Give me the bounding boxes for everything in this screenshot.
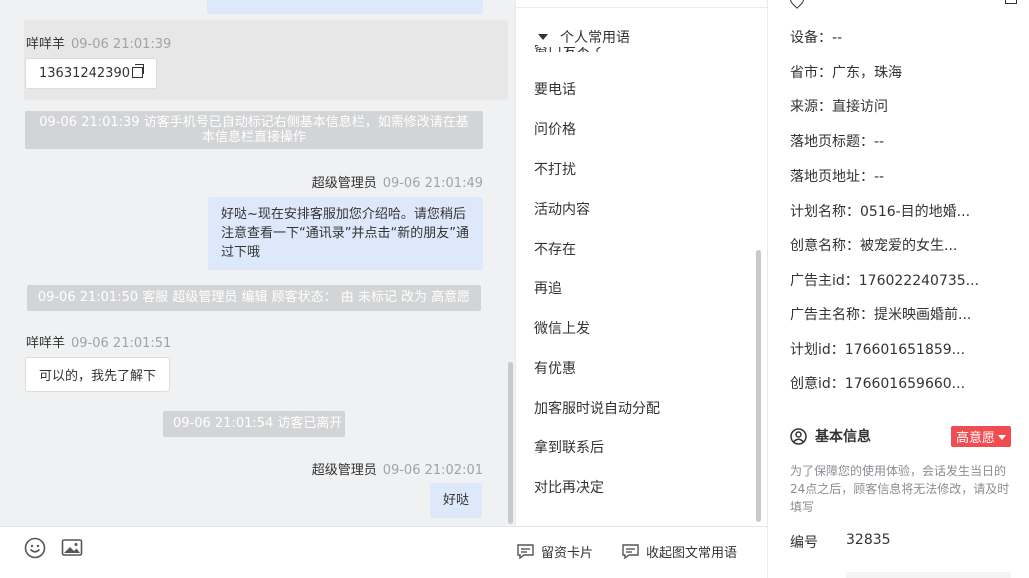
message-header: 咩咩羊 09-06 21:01:39 bbox=[26, 33, 171, 52]
user-icon bbox=[790, 427, 807, 445]
phone-number: 13631242390 bbox=[39, 66, 130, 81]
info-source: 来源：直接访问 bbox=[790, 99, 888, 115]
system-notice: 09-06 21:01:50 客服 超级管理员 编辑 顾客状态： 由 未标记 改… bbox=[27, 285, 481, 311]
basic-info-title: 基本信息 bbox=[815, 429, 871, 445]
message-bubble[interactable]: 好哒~现在安排客服加您介绍哈。请您稍后注意查看一下“通讯录”并点击“新的朋友”通… bbox=[208, 197, 483, 270]
quick-phrases-panel: 个人常用语 窗口发不了 要电话 问价格 不打扰 活动内容 不存在 再追 微信上发… bbox=[515, 0, 767, 526]
phrase-item[interactable]: 再追 bbox=[534, 278, 562, 298]
sender-name: 咩咩羊 bbox=[26, 336, 66, 351]
info-landing-url: 落地页地址：-- bbox=[790, 169, 885, 185]
caret-down-icon bbox=[998, 435, 1007, 440]
message-time: 09-06 21:02:01 bbox=[382, 463, 483, 478]
message-bubble[interactable]: 好哒 bbox=[430, 483, 483, 518]
message-time: 09-06 21:01:39 bbox=[71, 37, 172, 52]
chat-workspace: 咩咩羊 09-06 21:01:39 13631242390 09-06 21:0… bbox=[0, 0, 1029, 578]
id-label: 编号 bbox=[790, 535, 818, 551]
message-header: 咩咩羊 09-06 21:01:51 bbox=[26, 332, 171, 351]
message-header: 超级管理员 09-06 21:02:01 bbox=[312, 459, 483, 478]
chat-list-icon bbox=[622, 544, 639, 559]
info-plan-name: 计划名称：0516-目的地婚... bbox=[790, 204, 971, 220]
sender-name: 超级管理员 bbox=[311, 463, 377, 478]
chat-scrollbar[interactable] bbox=[508, 362, 513, 524]
info-landing-title: 落地页标题：-- bbox=[790, 134, 885, 150]
info-plan-id: 计划id：176601651859... bbox=[790, 342, 966, 358]
phrase-item[interactable]: 有优惠 bbox=[534, 358, 576, 378]
message-bubble[interactable]: 可以的，我先了解下 bbox=[25, 357, 171, 392]
previous-message-bubble bbox=[207, 0, 483, 14]
phrase-item[interactable]: 加客服时说自动分配 bbox=[534, 398, 660, 418]
id-value: 32835 bbox=[846, 532, 891, 548]
chat-history[interactable]: 咩咩羊 09-06 21:01:39 13631242390 09-06 21:0… bbox=[0, 0, 515, 526]
message-bubble[interactable]: 13631242390 bbox=[25, 58, 157, 89]
next-field-input[interactable] bbox=[846, 572, 1011, 578]
phrase-item[interactable]: 拿到联系后 bbox=[534, 437, 604, 457]
image-icon[interactable] bbox=[61, 537, 83, 559]
message-time: 09-06 21:01:51 bbox=[71, 336, 172, 351]
customer-info-panel: 设备：-- 省市：广东，珠海 来源：直接访问 落地页标题：-- 落地页地址：--… bbox=[767, 0, 1029, 578]
status-label: 高意愿 bbox=[956, 431, 996, 446]
collapse-phrases-button[interactable]: 收起图文常用语 bbox=[622, 542, 737, 561]
phrase-item[interactable]: 不存在 bbox=[534, 239, 576, 259]
info-advertiser-name: 广告主名称：提米映画婚前... bbox=[790, 307, 972, 323]
message-header: 超级管理员 09-06 21:01:49 bbox=[312, 172, 483, 191]
caret-down-icon bbox=[538, 34, 548, 40]
info-region: 省市：广东，珠海 bbox=[790, 65, 902, 81]
edit-warning: 为了保障您的使用体验，会话发生当日的24点之后，顾客信息将无法修改，请及时填写 bbox=[790, 464, 1010, 514]
edit-icon[interactable] bbox=[1005, 0, 1017, 4]
system-notice: 09-06 21:01:39 访客手机号已自动标记右侧基本信息栏，如需修改请在基… bbox=[25, 111, 483, 149]
info-advertiser-id: 广告主id：176022240735... bbox=[790, 273, 980, 289]
lead-card-button[interactable]: 留资卡片 bbox=[517, 542, 593, 561]
phrase-item[interactable]: 不打扰 bbox=[534, 159, 576, 179]
chat-card-icon bbox=[517, 544, 534, 559]
phrases-scrollbar[interactable] bbox=[756, 250, 761, 522]
location-icon bbox=[787, 0, 807, 9]
copy-icon[interactable] bbox=[131, 64, 144, 78]
sender-name: 超级管理员 bbox=[311, 176, 377, 191]
phrase-item[interactable]: 活动内容 bbox=[534, 199, 590, 219]
basic-info-header: 基本信息 bbox=[790, 426, 871, 446]
smiley-icon[interactable] bbox=[24, 537, 46, 559]
input-toolbar: 留资卡片 收起图文常用语 bbox=[0, 526, 767, 578]
phrase-item[interactable]: 微信上发 bbox=[534, 318, 590, 338]
phrase-item[interactable]: 对比再决定 bbox=[534, 477, 604, 497]
collapse-phrases-label: 收起图文常用语 bbox=[646, 546, 738, 561]
lead-card-label: 留资卡片 bbox=[541, 546, 594, 561]
system-notice: 09-06 21:01:54 访客已离开 bbox=[163, 411, 345, 437]
status-badge[interactable]: 高意愿 bbox=[951, 426, 1012, 447]
phrase-item[interactable]: 要电话 bbox=[534, 79, 576, 99]
info-device: 设备：-- bbox=[790, 30, 843, 46]
message-time: 09-06 21:01:49 bbox=[382, 176, 483, 191]
divider bbox=[516, 7, 767, 8]
phrase-item[interactable]: 问价格 bbox=[534, 119, 576, 139]
info-creative-name: 创意名称：被宠爱的女生... bbox=[790, 238, 958, 254]
phrases-group-title: 个人常用语 bbox=[560, 30, 630, 46]
phrases-group-header[interactable]: 个人常用语 bbox=[538, 27, 630, 47]
sender-name: 咩咩羊 bbox=[26, 37, 66, 52]
info-creative-id: 创意id：176601659660... bbox=[790, 376, 966, 392]
